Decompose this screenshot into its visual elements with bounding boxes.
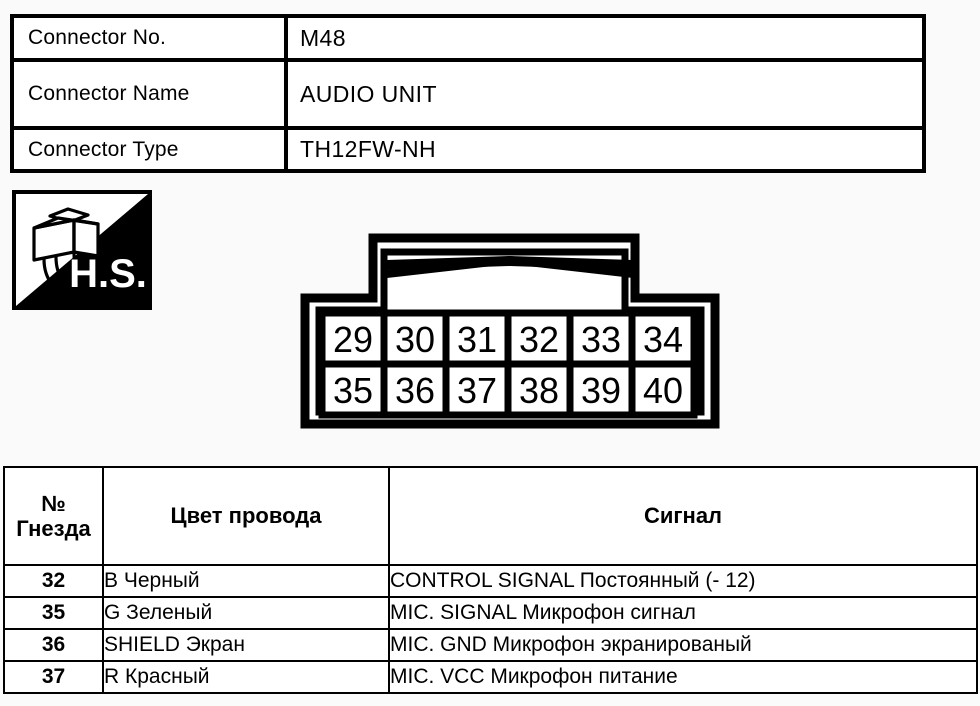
- hs-badge: H.S.: [12, 190, 152, 310]
- cell-signal: MIC. GND Микрофон экранированый: [388, 628, 978, 662]
- connector-name-value: AUDIO UNIT: [300, 80, 437, 107]
- pin-grid: [318, 309, 698, 419]
- column-header-signal: Сигнал: [388, 466, 978, 566]
- table-row: Connector Name AUDIO UNIT: [14, 62, 922, 130]
- column-header-pin-number-line1: №: [41, 490, 66, 516]
- pin-number: 29: [333, 319, 373, 360]
- cell-pin-number: 36: [3, 628, 104, 662]
- pin-number: 36: [395, 370, 435, 411]
- pin-number: 40: [643, 370, 683, 411]
- connector-no-label: Connector No.: [14, 18, 288, 58]
- pin-number: 31: [457, 319, 497, 360]
- table-row: 37 R Красный MIC. VCC Микрофон питание: [3, 660, 978, 694]
- connector-info-table: Connector No. M48 Connector Name AUDIO U…: [10, 14, 926, 173]
- pin-number: 30: [395, 319, 435, 360]
- table-row: 35 G Зеленый MIC. SIGNAL Микрофон сигнал: [3, 596, 978, 630]
- cell-signal: MIC. SIGNAL Микрофон сигнал: [388, 596, 978, 630]
- cell-signal: CONTROL SIGNAL Постоянный (- 12): [388, 564, 978, 598]
- pin-number: 38: [519, 370, 559, 411]
- hs-label: H.S.: [69, 252, 147, 296]
- cell-wire-color: G Зеленый: [102, 596, 390, 630]
- pin-number: 33: [581, 319, 621, 360]
- pin-number: 39: [581, 370, 621, 411]
- cell-pin-number: 37: [3, 660, 104, 694]
- table-row: Connector No. M48: [14, 18, 922, 62]
- pin-number: 32: [519, 319, 559, 360]
- pin-number: 35: [333, 370, 373, 411]
- connector-no-value: M48: [300, 24, 346, 51]
- table-row: 36 SHIELD Экран MIC. GND Микрофон экрани…: [3, 628, 978, 662]
- pin-number: 37: [457, 370, 497, 411]
- cell-pin-number: 32: [3, 564, 104, 598]
- cell-wire-color: R Красный: [102, 660, 390, 694]
- connector-type-label: Connector Type: [14, 130, 288, 169]
- cell-pin-number: 35: [3, 596, 104, 630]
- pin-number: 34: [643, 319, 683, 360]
- cell-signal: MIC. VCC Микрофон питание: [388, 660, 978, 694]
- pin-assignment-table: № Гнезда Цвет провода Сигнал 32 B Черный…: [3, 466, 978, 694]
- table-row: 32 B Черный CONTROL SIGNAL Постоянный (-…: [3, 564, 978, 598]
- cell-wire-color: SHIELD Экран: [102, 628, 390, 662]
- table-header-row: № Гнезда Цвет провода Сигнал: [3, 466, 978, 566]
- column-header-pin-number: № Гнезда: [3, 466, 104, 566]
- cell-wire-color: B Черный: [102, 564, 390, 598]
- connector-type-value: TH12FW-NH: [300, 136, 437, 162]
- connector-name-label: Connector Name: [14, 62, 288, 126]
- column-header-pin-number-line2: Гнезда: [16, 516, 91, 541]
- connector-pinout-diagram: 29 30 31 32 33 34 35 36 37 38 39 40: [295, 228, 725, 433]
- column-header-wire-color: Цвет провода: [102, 466, 390, 566]
- table-row: Connector Type TH12FW-NH: [14, 130, 922, 169]
